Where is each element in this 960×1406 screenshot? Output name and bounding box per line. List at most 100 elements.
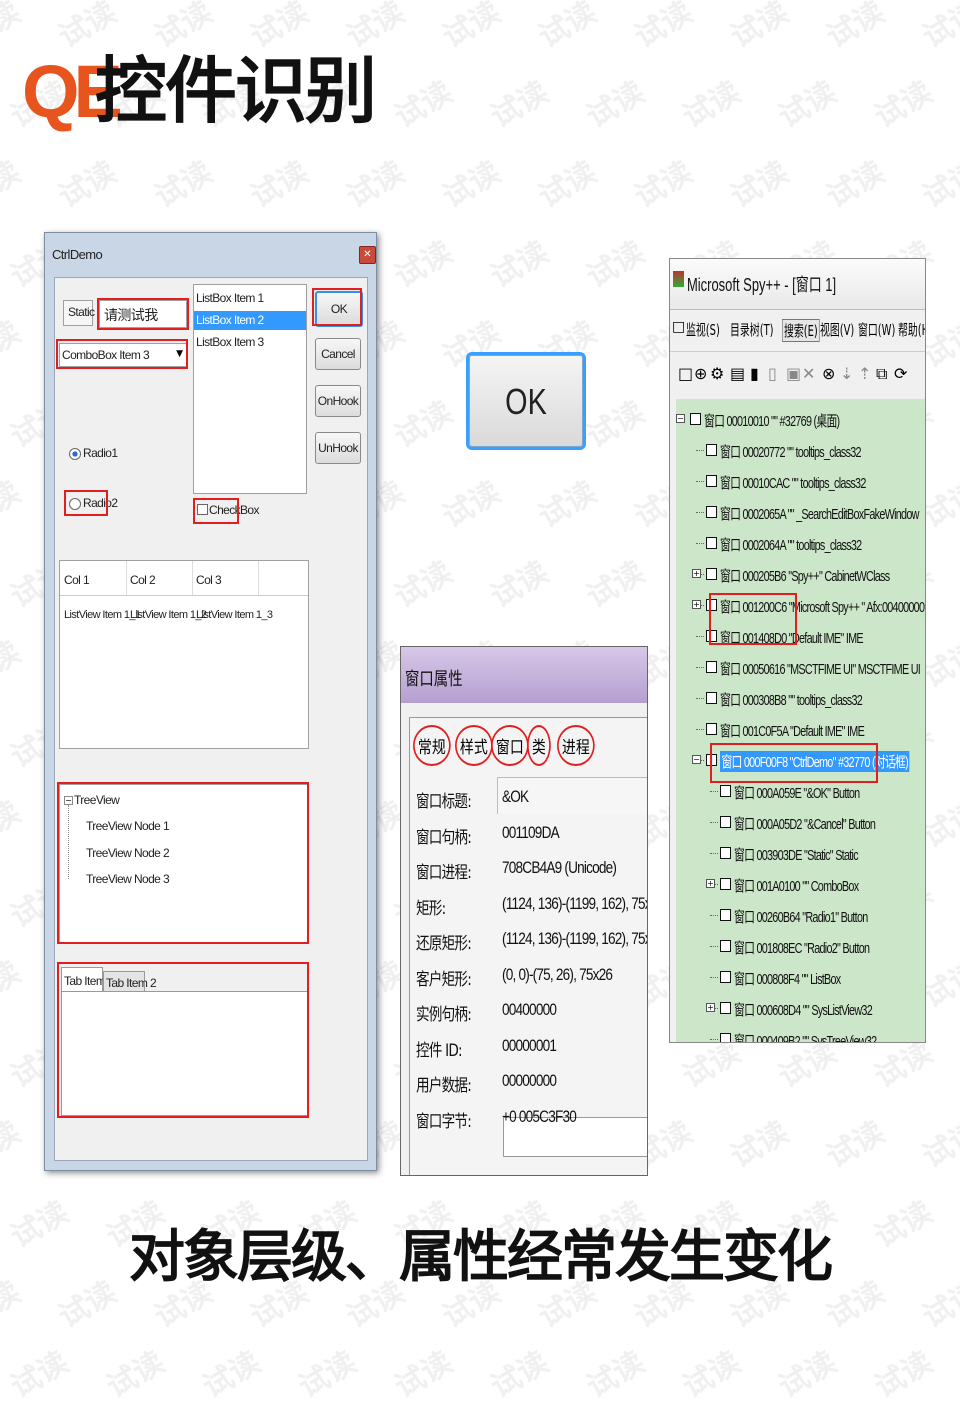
tree-node[interactable]: 窗口 0002064A "" tooltips_class32 bbox=[676, 533, 925, 555]
ok-button-zoom[interactable]: OK bbox=[466, 352, 586, 450]
tree-node[interactable]: 窗口 000409B2 "" SysTreeView32 bbox=[676, 1029, 925, 1042]
watermark-text: 试读 bbox=[533, 474, 603, 536]
tree-node[interactable]: 窗口 000A05D2 "&Cancel" Button bbox=[676, 812, 925, 834]
unhook-button[interactable]: UnHook bbox=[315, 432, 361, 464]
tree-node[interactable]: 窗口 000A059E "&OK" Button bbox=[676, 781, 925, 803]
spy-window-tree[interactable]: − 窗口 00010010 "" #32769 (桌面) 窗口 00020772 "… bbox=[676, 399, 925, 1042]
tree-node-label: 窗口 000A05D2 "&Cancel" Button bbox=[734, 816, 876, 833]
watermark-text: 试读 bbox=[725, 0, 795, 56]
tree-node[interactable]: + 窗口 001A0100 "" ComboBox bbox=[676, 874, 925, 896]
listview[interactable]: Col 1 Col 2 Col 3 ListView Item 1_1 List… bbox=[59, 560, 309, 749]
copy-icon[interactable]: ▯ bbox=[768, 364, 777, 383]
close-icon[interactable]: ✕ bbox=[359, 246, 376, 264]
tree-node[interactable]: + 窗口 000205B6 "Spy++" CabinetWClass bbox=[676, 564, 925, 586]
listbox-item[interactable]: ListBox Item 3 bbox=[196, 335, 264, 349]
ctrldemo-window: CtrlDemo ✕ Static 请测试我 ComboBox Item 3 ▼… bbox=[44, 232, 377, 1171]
tree-node[interactable]: 窗口 00020772 "" tooltips_class32 bbox=[676, 440, 925, 462]
tree-line bbox=[710, 946, 718, 947]
find-next-icon[interactable]: ⇣ bbox=[840, 364, 853, 383]
watermark-text: 试读 bbox=[101, 1344, 171, 1406]
page-caption: 对象层级、属性经常发生变化 bbox=[129, 1225, 833, 1290]
collapse-icon[interactable]: − bbox=[676, 414, 685, 423]
menu-item[interactable]: 帮助(H) bbox=[898, 319, 925, 340]
property-label: 实例句柄: bbox=[416, 1005, 472, 1025]
tree-node[interactable]: 窗口 001808EC "Radio2" Button bbox=[676, 936, 925, 958]
properties-tab[interactable]: 常规 bbox=[413, 725, 459, 766]
target-icon[interactable]: ⊕ bbox=[694, 364, 707, 383]
listbox[interactable]: ListBox Item 1 ListBox Item 2 ListBox It… bbox=[193, 284, 307, 494]
property-label: 矩形: bbox=[416, 898, 446, 919]
window-icon bbox=[706, 475, 717, 487]
window-icon bbox=[720, 1002, 731, 1014]
tree-node-label: 窗口 003903DE "Static" Static bbox=[734, 847, 859, 864]
find-prev-icon[interactable]: ⇡ bbox=[858, 364, 871, 383]
listview-cell[interactable]: ListView Item 1_1 bbox=[64, 609, 141, 621]
listview-header: Col 1 Col 2 Col 3 bbox=[60, 561, 308, 596]
menu-item[interactable]: 搜索(E) bbox=[782, 319, 820, 342]
expand-icon[interactable]: + bbox=[692, 569, 701, 578]
watermark-text: 试读 bbox=[53, 0, 123, 56]
watermark-text: 试读 bbox=[389, 1344, 459, 1406]
tree-node-label: 窗口 001808EC "Radio2" Button bbox=[734, 940, 870, 957]
column-header[interactable]: Col 1 bbox=[64, 573, 90, 587]
messages-icon[interactable]: ▤ bbox=[730, 364, 745, 383]
column-divider bbox=[126, 561, 127, 595]
tree-node[interactable]: + 窗口 000608D4 "" SysListView32 bbox=[676, 998, 925, 1020]
menu-item[interactable]: 目录树(T) bbox=[730, 319, 773, 340]
tree-node-label: 窗口 00010010 "" #32769 (桌面) bbox=[704, 413, 840, 430]
watermark-text: 试读 bbox=[773, 1344, 843, 1406]
tree-node-label: 窗口 0002064A "" tooltips_class32 bbox=[720, 537, 862, 554]
onhook-button[interactable]: OnHook bbox=[315, 385, 361, 417]
column-header[interactable]: Col 2 bbox=[130, 573, 156, 587]
listview-cell[interactable]: ListView Item 1_3 bbox=[196, 609, 273, 621]
tree-node-label: 窗口 00050616 "MSCTFIME UI" MSCTFIME UI bbox=[720, 661, 921, 678]
properties-tab[interactable]: 进程 bbox=[557, 725, 603, 766]
column-header[interactable]: Col 3 bbox=[196, 573, 222, 587]
expand-icon[interactable]: + bbox=[692, 600, 701, 609]
watermark-text: 试读 bbox=[389, 234, 459, 296]
window-icon bbox=[706, 692, 717, 704]
mdi-window-icon[interactable]: □ bbox=[672, 319, 685, 335]
tree-node[interactable]: 窗口 00050616 "MSCTFIME UI" MSCTFIME UI bbox=[676, 657, 925, 679]
properties-tab[interactable]: 类 bbox=[527, 725, 556, 766]
log-icon[interactable]: ▮ bbox=[750, 364, 759, 383]
watermark-text: 试读 bbox=[917, 1114, 960, 1176]
listbox-item-selected[interactable]: ListBox Item 2 bbox=[194, 311, 306, 330]
watermark-text: 试读 bbox=[0, 634, 27, 696]
tree-node[interactable]: 窗口 0002065A "" _SearchEditBoxFakeWindow bbox=[676, 502, 925, 524]
watermark-text: 试读 bbox=[773, 74, 843, 136]
cancel-button[interactable]: Cancel bbox=[315, 338, 361, 370]
delete-icon[interactable]: ✕ bbox=[802, 364, 815, 383]
tree-node[interactable]: 窗口 000308B8 "" tooltips_class32 bbox=[676, 688, 925, 710]
menu-item[interactable]: 监视(S) bbox=[686, 319, 720, 340]
spy-toolbar: □ ⊕ ⚙ ▤ ▮ ▯ ▣ ✕ ⊗ ⇣ ⇡ ⧉ ⟳ bbox=[670, 351, 925, 396]
static-label: Static bbox=[68, 305, 95, 319]
refresh-icon[interactable]: ⟳ bbox=[894, 364, 907, 383]
gear-icon[interactable]: ⚙ bbox=[710, 364, 724, 383]
watermark-text: 试读 bbox=[629, 154, 699, 216]
tree-node[interactable]: 窗口 001C0F5A "Default IME" IME bbox=[676, 719, 925, 741]
ctrldemo-titlebar: CtrlDemo ✕ bbox=[45, 233, 376, 277]
expand-icon[interactable]: + bbox=[706, 1003, 715, 1012]
properties-icon[interactable]: ▣ bbox=[786, 364, 801, 383]
listview-cell[interactable]: ListView Item 1_2 bbox=[130, 609, 207, 621]
highlight-box bbox=[709, 593, 797, 645]
binoculars-icon[interactable]: ⊗ bbox=[822, 364, 835, 383]
radio1-button[interactable] bbox=[69, 448, 81, 460]
tree-node[interactable]: 窗口 00010CAC "" tooltips_class32 bbox=[676, 471, 925, 493]
menu-item[interactable]: 窗口(W) bbox=[858, 319, 895, 340]
tree-node[interactable]: − 窗口 00010010 "" #32769 (桌面) bbox=[676, 409, 925, 431]
menu-item[interactable]: 视图(V) bbox=[820, 319, 854, 340]
tile-icon[interactable]: ⧉ bbox=[876, 364, 887, 384]
listbox-item[interactable]: ListBox Item 1 bbox=[196, 291, 264, 305]
expand-icon[interactable]: + bbox=[706, 879, 715, 888]
tree-node[interactable]: 窗口 00260B64 "Radio1" Button bbox=[676, 905, 925, 927]
window-icon[interactable]: □ bbox=[678, 364, 693, 383]
watermark-text: 试读 bbox=[821, 154, 891, 216]
tree-node[interactable]: 窗口 000808F4 "" ListBox bbox=[676, 967, 925, 989]
window-icon bbox=[720, 847, 731, 859]
window-icon bbox=[706, 506, 717, 518]
tree-node-label: 窗口 00010CAC "" tooltips_class32 bbox=[720, 475, 866, 492]
tree-node[interactable]: 窗口 003903DE "Static" Static bbox=[676, 843, 925, 865]
collapse-icon[interactable]: − bbox=[692, 755, 701, 764]
